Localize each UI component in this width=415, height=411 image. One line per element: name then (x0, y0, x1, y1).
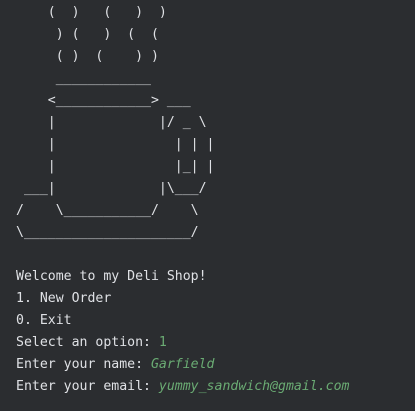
option-input-value[interactable]: 1 (159, 335, 167, 350)
name-input-value[interactable]: Garfield (151, 357, 215, 372)
welcome-message: Welcome to my Deli Shop! (16, 269, 207, 284)
ascii-art-line: ( ) ( ) ) (16, 49, 159, 64)
ascii-art-line: / \___________/ \ (16, 203, 199, 218)
ascii-art-line: \_____________________/ (16, 225, 199, 240)
ascii-art-line: | |/ _ \ (16, 115, 207, 130)
menu-item-exit: 0. Exit (16, 313, 72, 328)
email-input-value[interactable]: yummy_sandwich@gmail.com (159, 379, 350, 394)
coffee-cup-ascii-art: ( ) ( ) ) ) ( ) ( ( ( ) ( ) ) __________… (16, 2, 215, 244)
ascii-art-line: ) ( ) ( ( (16, 27, 159, 42)
run-console: ( ) ( ) ) ) ( ) ( ( ( ) ( ) ) __________… (0, 0, 415, 411)
option-prompt-label: Select an option: (16, 335, 159, 350)
name-prompt-line: Enter your name: Garfield (16, 354, 215, 376)
ascii-art-line: ____________ (16, 71, 151, 86)
menu-item-new-order: 1. New Order (16, 291, 112, 306)
email-prompt-line: Enter your email: yummy_sandwich@gmail.c… (16, 376, 349, 398)
ascii-art-line: | | | | (16, 137, 215, 152)
ascii-art-line: | |_| | (16, 159, 215, 174)
option-prompt-line: Select an option: 1 (16, 332, 167, 354)
ascii-art-line: <____________> ___ (16, 93, 191, 108)
ascii-art-line: ( ) ( ) ) (16, 5, 167, 20)
email-prompt-label: Enter your email: (16, 379, 159, 394)
ascii-art-line: ___| |\___/ (16, 181, 207, 196)
name-prompt-label: Enter your name: (16, 357, 151, 372)
